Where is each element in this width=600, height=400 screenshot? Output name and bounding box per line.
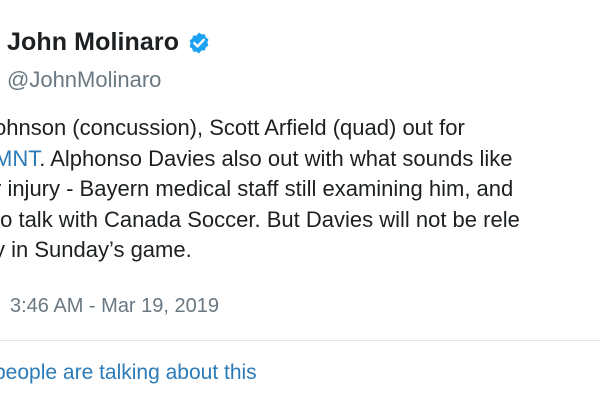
tweet-text: ohnson (concussion), Scott Arfield (quad… <box>0 113 600 266</box>
tweet-line-5: y in Sunday’s game. <box>0 237 192 262</box>
tweet-line-1: ohnson (concussion), Scott Arfield (quad… <box>0 115 465 140</box>
divider <box>0 340 600 341</box>
verified-badge-icon <box>187 31 211 55</box>
tweet-text-line: MNT. Alphonso Davies also out with what … <box>0 144 600 175</box>
embedded-tweet: John Molinaro @JohnMolinaro ohnson (conc… <box>0 0 600 400</box>
hashtag-link[interactable]: MNT <box>0 146 39 171</box>
tweet-text-line: to talk with Canada Soccer. But Davies w… <box>0 205 600 236</box>
tweet-line-2: . Alphonso Davies also out with what sou… <box>39 145 513 171</box>
tweet-text-line: ohnson (concussion), Scott Arfield (quad… <box>0 113 600 144</box>
author-display-name[interactable]: John Molinaro <box>7 28 179 57</box>
tweet-line-4: to talk with Canada Soccer. But Davies w… <box>0 206 520 232</box>
tweet-timestamp[interactable]: 3:46 AM - Mar 19, 2019 <box>10 295 219 318</box>
tweet-text-line: y in Sunday’s game. <box>0 235 600 266</box>
tweet-line-3: r injury - Bayern medical staff still ex… <box>0 176 514 201</box>
people-talking-link[interactable]: people are talking about this <box>0 361 257 385</box>
author-header[interactable]: John Molinaro <box>7 28 211 57</box>
author-handle[interactable]: @JohnMolinaro <box>7 67 161 93</box>
tweet-text-line: r injury - Bayern medical staff still ex… <box>0 174 600 205</box>
